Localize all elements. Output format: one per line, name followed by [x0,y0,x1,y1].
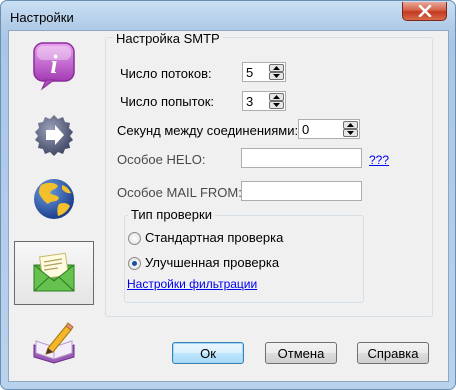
delay-value: 0 [302,122,310,137]
helo-help-link[interactable]: ??? [369,153,389,167]
sidebar-item-arrow[interactable] [14,103,94,167]
helo-label: Особое HELO: [117,152,206,167]
helo-input[interactable] [241,148,362,168]
close-button[interactable] [402,2,447,21]
threads-up-button[interactable] [269,64,284,72]
improved-check-radio[interactable] [128,257,141,270]
threads-value: 5 [246,65,254,80]
svg-text:i: i [50,50,58,79]
mailfrom-label: Особое MAIL FROM: [117,185,242,200]
title-bar[interactable]: Настройки [1,1,455,31]
attempts-up-button[interactable] [269,93,284,101]
attempts-value: 3 [246,94,254,109]
sidebar-item-info[interactable]: i [14,33,94,97]
delay-up-button[interactable] [343,121,358,129]
delay-label: Секунд между соединениями: [117,123,299,138]
attempts-stepper[interactable]: 3 [242,91,286,111]
sidebar-item-notes[interactable] [14,311,94,375]
delay-stepper[interactable]: 0 [298,119,360,139]
delay-down-button[interactable] [343,129,358,137]
book-pencil-icon [33,322,75,364]
settings-window: Настройки i Настройка SMTP Число потоков… [0,0,456,390]
filter-settings-link[interactable]: Настройки фильтрации [127,277,257,291]
attempts-down-button[interactable] [269,101,284,109]
threads-stepper[interactable]: 5 [242,62,286,82]
cancel-button[interactable]: Отмена [265,342,337,364]
check-type-title: Тип проверки [128,207,215,222]
triangle-up-icon [273,66,280,70]
triangle-up-icon [273,95,280,99]
triangle-down-icon [273,103,280,107]
sidebar-item-mail[interactable] [14,241,94,305]
mail-icon [33,252,75,292]
standard-check-label[interactable]: Стандартная проверка [145,230,283,245]
help-button[interactable]: Справка [357,342,429,364]
sidebar: i [14,33,94,373]
window-title: Настройки [10,10,74,25]
threads-down-button[interactable] [269,72,284,80]
triangle-up-icon [347,123,354,127]
ok-button[interactable]: Ок [172,342,244,364]
globe-icon [34,179,74,219]
standard-check-radio[interactable] [128,232,141,245]
triangle-down-icon [347,131,354,135]
close-icon [418,5,431,17]
threads-label: Число потоков: [120,66,212,81]
info-icon: i [33,42,75,91]
dialog-client-area: i Настройка SMTP Число потоков: 5 Число … [8,30,449,382]
arrow-right-icon [35,115,73,156]
smtp-group-title: Настройка SMTP [113,31,223,46]
triangle-down-icon [273,74,280,78]
attempts-label: Число попыток: [120,94,214,109]
mailfrom-input[interactable] [241,181,362,201]
improved-check-label[interactable]: Улучшенная проверка [145,255,279,270]
sidebar-item-globe[interactable] [14,167,94,231]
